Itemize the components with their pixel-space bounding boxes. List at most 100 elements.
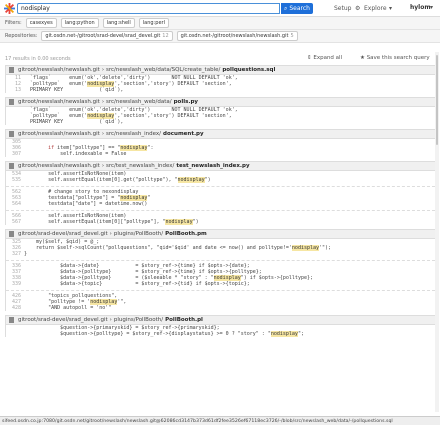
path-separator: › bbox=[109, 317, 112, 323]
file-results-list: gitroot/newslash/newslash.git › src/newsla… bbox=[5, 65, 436, 341]
code-text: } bbox=[24, 251, 28, 257]
repo-chip[interactable]: git.osdn.net-/gitroot/srad-devel/srad_de… bbox=[41, 31, 173, 41]
path-separator: › bbox=[101, 67, 105, 73]
repo-label: git.osdn.net-/gitroot/newslash/newslash.… bbox=[180, 33, 289, 39]
app-logo-icon bbox=[4, 3, 15, 14]
scrollbar-thumb[interactable] bbox=[436, 55, 438, 145]
path-separator: › bbox=[109, 231, 112, 237]
path-separator: › bbox=[101, 99, 105, 105]
filter-label: casexyes bbox=[29, 20, 53, 26]
user-menu[interactable]: hylom bbox=[410, 4, 431, 11]
file-icon bbox=[9, 99, 14, 105]
code-line: 327} bbox=[6, 251, 435, 257]
file-icon bbox=[9, 163, 14, 169]
gear-icon[interactable]: ⚙ bbox=[355, 5, 360, 12]
chevron-down-icon[interactable]: ▾ bbox=[389, 5, 392, 12]
code-snippet: 305 306 if item["polltype"] == "nodisplay… bbox=[5, 139, 436, 157]
file-path[interactable]: src/test_newslash_index/ bbox=[106, 163, 174, 169]
nav-setup[interactable]: Setup bbox=[334, 5, 351, 12]
file-result-header[interactable]: gitroot/srad-devel/srad_devel.git › plugin… bbox=[5, 229, 436, 239]
line-number[interactable]: 307 bbox=[6, 151, 24, 157]
filter-chip[interactable]: lang:python bbox=[60, 18, 99, 28]
expand-all-label: Expand all bbox=[313, 55, 343, 61]
file-path[interactable]: src/newslash_web/data/ bbox=[106, 99, 172, 105]
line-number[interactable]: 428 bbox=[6, 305, 24, 311]
results-panel: 17 results in 0.00 seconds ⇕ Expand all … bbox=[5, 52, 436, 412]
file-name[interactable]: polls.py bbox=[174, 99, 198, 105]
search-button-label: Search bbox=[289, 5, 310, 12]
file-result-header[interactable]: gitroot/newslash/newslash.git › src/newsla… bbox=[5, 97, 436, 107]
filter-chip[interactable]: casexyes bbox=[25, 18, 57, 28]
code-text: self.assertEqual(item[0].get("polltype")… bbox=[24, 177, 211, 183]
expand-all-button[interactable]: ⇕ Expand all bbox=[307, 55, 342, 61]
code-text: $question->{polltype} = $story_ref->{dis… bbox=[24, 331, 304, 337]
code-line: 307 self.indexable = False bbox=[6, 151, 435, 157]
search-icon: ⌕ bbox=[284, 4, 288, 12]
filter-label: lang:shell bbox=[106, 20, 131, 26]
file-result-header[interactable]: gitroot/srad-devel/srad_devel.git › plugin… bbox=[5, 315, 436, 325]
line-number[interactable]: 13 bbox=[6, 87, 24, 93]
file-repo[interactable]: gitroot/newslash/newslash.git bbox=[18, 163, 100, 169]
line-number[interactable]: 535 bbox=[6, 177, 24, 183]
file-name[interactable]: pollquestions.sql bbox=[222, 67, 275, 73]
file-name[interactable]: document.py bbox=[163, 131, 204, 137]
code-line: PRIMARY KEY (`qid`), bbox=[6, 119, 435, 125]
search-button[interactable]: ⌕ Search bbox=[281, 3, 313, 14]
file-repo[interactable]: gitroot/newslash/newslash.git bbox=[18, 99, 100, 105]
file-name[interactable]: PollBooth.pm bbox=[165, 231, 207, 237]
file-repo[interactable]: gitroot/newslash/newslash.git bbox=[18, 67, 100, 73]
code-line: 339 $data->{topic} = $story_ref->{tid} i… bbox=[6, 281, 435, 287]
filter-chip[interactable]: lang:perl bbox=[138, 18, 169, 28]
file-name[interactable]: PollBooth.pl bbox=[165, 317, 203, 323]
snippet-divider bbox=[6, 287, 435, 291]
path-separator: › bbox=[101, 131, 105, 137]
file-name[interactable]: test_newslash_index.py bbox=[176, 163, 249, 169]
search-input[interactable] bbox=[17, 3, 280, 14]
line-number[interactable]: 567 bbox=[6, 219, 24, 225]
file-repo[interactable]: gitroot/newslash/newslash.git bbox=[18, 131, 100, 137]
repo-label: git.osdn.net-/gitroot/srad-devel/srad_de… bbox=[45, 33, 161, 39]
filters-bar: Filters: casexyes lang:python lang:shell… bbox=[0, 17, 440, 30]
code-line: 535 self.assertEqual(item[0].get("pollty… bbox=[6, 177, 435, 183]
code-snippet: 534 self.assertIsNotNone(item) 535 self.a… bbox=[5, 171, 436, 225]
snippet-divider bbox=[6, 183, 435, 187]
file-result-header[interactable]: gitroot/newslash/newslash.git › src/newsla… bbox=[5, 129, 436, 139]
repositories-label: Repositories: bbox=[5, 33, 38, 39]
nav-explore[interactable]: Explore bbox=[364, 5, 387, 12]
file-repo[interactable]: gitroot/srad-devel/srad_devel.git bbox=[18, 317, 108, 323]
code-text: self.indexable = False bbox=[24, 151, 127, 157]
file-path[interactable]: src/newslash_web/data/SQL/create_table/ bbox=[106, 67, 220, 73]
code-text: PRIMARY KEY (`qid`), bbox=[24, 87, 124, 93]
code-snippet: `flags` enum('ok','delete','dirty') NOT … bbox=[5, 107, 436, 125]
code-snippet: 11 `flags` enum('ok','delete','dirty') N… bbox=[5, 75, 436, 93]
file-icon bbox=[9, 131, 14, 137]
save-search-button[interactable]: ★ Save this search query bbox=[360, 55, 430, 61]
match-highlight: nodisplay bbox=[270, 331, 298, 337]
line-number[interactable] bbox=[6, 331, 24, 337]
file-result-header[interactable]: gitroot/newslash/newslash.git › src/newsla… bbox=[5, 65, 436, 75]
line-number[interactable]: 327 bbox=[6, 251, 24, 257]
save-search-label: Save this search query bbox=[366, 55, 430, 61]
line-number[interactable]: 564 bbox=[6, 201, 24, 207]
path-separator: › bbox=[101, 163, 105, 169]
match-highlight: nodisplay bbox=[177, 177, 205, 183]
status-bar: sifeed.osdn.co.jp:7080/git.osdn.net/gitr… bbox=[0, 416, 440, 425]
code-line: $question->{polltype} = $story_ref->{dis… bbox=[6, 331, 435, 337]
file-path[interactable]: src/newslash_index/ bbox=[106, 131, 161, 137]
code-snippet: $question->{primaryskid} = $story_ref->{… bbox=[5, 325, 436, 337]
repo-chip[interactable]: git.osdn.net-/gitroot/newslash/newslash.… bbox=[176, 31, 298, 41]
file-path[interactable]: plugins/PollBooth/ bbox=[114, 317, 163, 323]
file-icon bbox=[9, 317, 14, 323]
file-result-header[interactable]: gitroot/newslash/newslash.git › src/test_n… bbox=[5, 161, 436, 171]
file-path[interactable]: plugins/PollBooth/ bbox=[114, 231, 163, 237]
filter-label: lang:python bbox=[64, 20, 95, 26]
line-number[interactable]: 339 bbox=[6, 281, 24, 287]
code-line: 13 PRIMARY KEY (`qid`), bbox=[6, 87, 435, 93]
file-repo[interactable]: gitroot/srad-devel/srad_devel.git bbox=[18, 231, 108, 237]
snippet-divider bbox=[6, 257, 435, 261]
filter-chip[interactable]: lang:shell bbox=[102, 18, 135, 28]
line-number[interactable] bbox=[6, 119, 24, 125]
filter-label: lang:perl bbox=[142, 20, 165, 26]
chevron-down-icon[interactable]: ▾ bbox=[430, 4, 433, 11]
code-line: 564 testdata["date"] = datetime.now() bbox=[6, 201, 435, 207]
